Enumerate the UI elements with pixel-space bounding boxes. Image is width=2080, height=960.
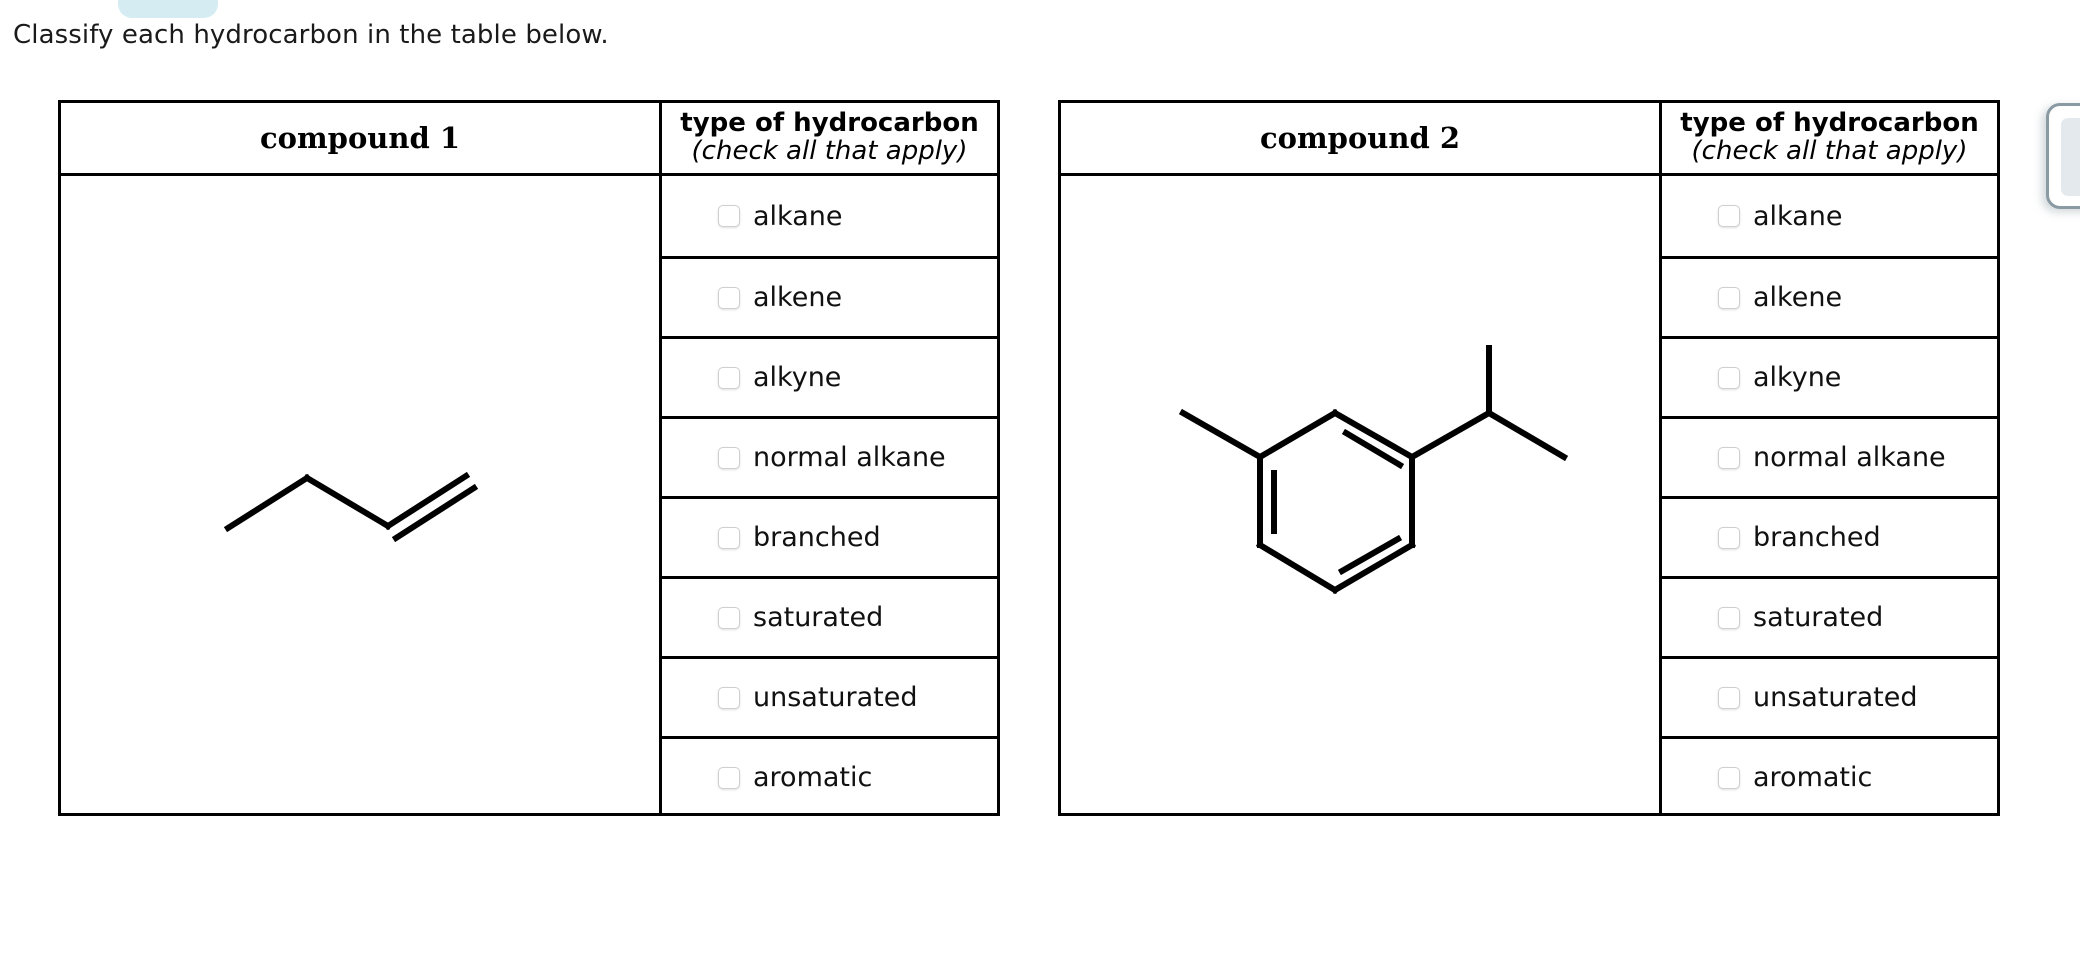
checkbox-row-unsaturated[interactable]: unsaturated <box>1662 656 1997 736</box>
checkbox-unsaturated[interactable] <box>718 686 740 709</box>
checkbox-row-branched[interactable]: branched <box>1662 496 1997 576</box>
checkbox-row-alkyne[interactable]: alkyne <box>662 336 997 416</box>
compound-2-checkbox-column: alkane alkene alkyne normal alkane branc… <box>1662 176 1997 813</box>
checkbox-label-branched: branched <box>753 522 881 553</box>
checkbox-row-alkane[interactable]: alkane <box>1662 176 1997 256</box>
top-blue-pill[interactable] <box>118 0 218 18</box>
checkbox-label-normal-alkane: normal alkane <box>1753 442 1946 473</box>
checkbox-alkane[interactable] <box>1718 205 1740 227</box>
compound-1-molecule-1-butene <box>223 471 479 542</box>
checkbox-alkene[interactable] <box>718 286 740 309</box>
checkbox-label-alkyne: alkyne <box>1753 362 1842 393</box>
checkbox-label-normal-alkane: normal alkane <box>753 442 946 473</box>
checkbox-row-aromatic[interactable]: aromatic <box>662 736 997 816</box>
checkbox-alkene[interactable] <box>1718 286 1740 309</box>
checkbox-saturated[interactable] <box>718 606 740 629</box>
checkbox-row-normal-alkane[interactable]: normal alkane <box>662 416 997 496</box>
compound-2-molecule-m-cymene <box>1178 344 1569 594</box>
checkbox-label-aromatic: aromatic <box>753 762 873 793</box>
checkbox-label-alkane: alkane <box>1753 200 1843 232</box>
checkbox-branched[interactable] <box>718 526 740 549</box>
checkbox-aromatic[interactable] <box>1718 766 1740 789</box>
compound-2-header: compound 2 <box>1259 121 1461 155</box>
checkbox-row-unsaturated[interactable]: unsaturated <box>662 656 997 736</box>
checkbox-normal-alkane[interactable] <box>718 446 740 469</box>
checkbox-saturated[interactable] <box>1718 606 1740 629</box>
right-edge-panel-inner <box>2061 118 2080 196</box>
checkbox-row-saturated[interactable]: saturated <box>662 576 997 656</box>
checkbox-label-unsaturated: unsaturated <box>753 682 918 713</box>
checkbox-row-alkane[interactable]: alkane <box>662 176 997 256</box>
type-header-line2: (check all that apply) <box>691 136 968 166</box>
checkbox-label-alkene: alkene <box>1753 282 1843 313</box>
checkbox-label-alkane: alkane <box>753 200 843 232</box>
checkbox-label-unsaturated: unsaturated <box>1753 682 1918 713</box>
compound-1-checkbox-column: alkane alkene alkyne normal alkane branc… <box>662 176 997 813</box>
checkbox-label-branched: branched <box>1753 522 1881 553</box>
type-of-hydrocarbon-header-1: type of hydrocarbon (check all that appl… <box>662 103 997 173</box>
compound-1-structure-cell <box>61 176 659 813</box>
checkbox-row-aromatic[interactable]: aromatic <box>1662 736 1997 816</box>
checkbox-label-saturated: saturated <box>753 602 884 633</box>
type-header-line1: type of hydrocarbon <box>1680 108 1979 139</box>
checkbox-branched[interactable] <box>1718 526 1740 549</box>
compound-2-table: compound 2 type of hydrocarbon (check al… <box>1058 100 2000 816</box>
checkbox-row-normal-alkane[interactable]: normal alkane <box>1662 416 1997 496</box>
page-title: Classify each hydrocarbon in the table b… <box>13 20 609 50</box>
checkbox-label-saturated: saturated <box>1753 602 1884 633</box>
checkbox-alkyne[interactable] <box>1718 366 1740 389</box>
checkbox-normal-alkane[interactable] <box>1718 446 1740 469</box>
checkbox-row-alkene[interactable]: alkene <box>662 256 997 336</box>
checkbox-row-saturated[interactable]: saturated <box>1662 576 1997 656</box>
checkbox-label-alkyne: alkyne <box>753 362 842 393</box>
right-edge-panel[interactable] <box>2046 103 2080 209</box>
checkbox-alkyne[interactable] <box>718 366 740 389</box>
checkbox-label-aromatic: aromatic <box>1753 762 1873 793</box>
checkbox-row-alkyne[interactable]: alkyne <box>1662 336 1997 416</box>
type-of-hydrocarbon-header-2: type of hydrocarbon (check all that appl… <box>1662 103 1997 173</box>
checkbox-alkane[interactable] <box>718 205 740 227</box>
checkbox-unsaturated[interactable] <box>1718 686 1740 709</box>
compound-1-header: compound 1 <box>259 121 461 155</box>
compound-1-table: compound 1 type of hydrocarbon (check al… <box>58 100 1000 816</box>
type-header-line2: (check all that apply) <box>1691 136 1968 166</box>
compound-2-structure-cell <box>1061 176 1659 813</box>
checkbox-aromatic[interactable] <box>718 766 740 789</box>
checkbox-row-branched[interactable]: branched <box>662 496 997 576</box>
checkbox-row-alkene[interactable]: alkene <box>1662 256 1997 336</box>
type-header-line1: type of hydrocarbon <box>680 108 979 139</box>
checkbox-label-alkene: alkene <box>753 282 843 313</box>
